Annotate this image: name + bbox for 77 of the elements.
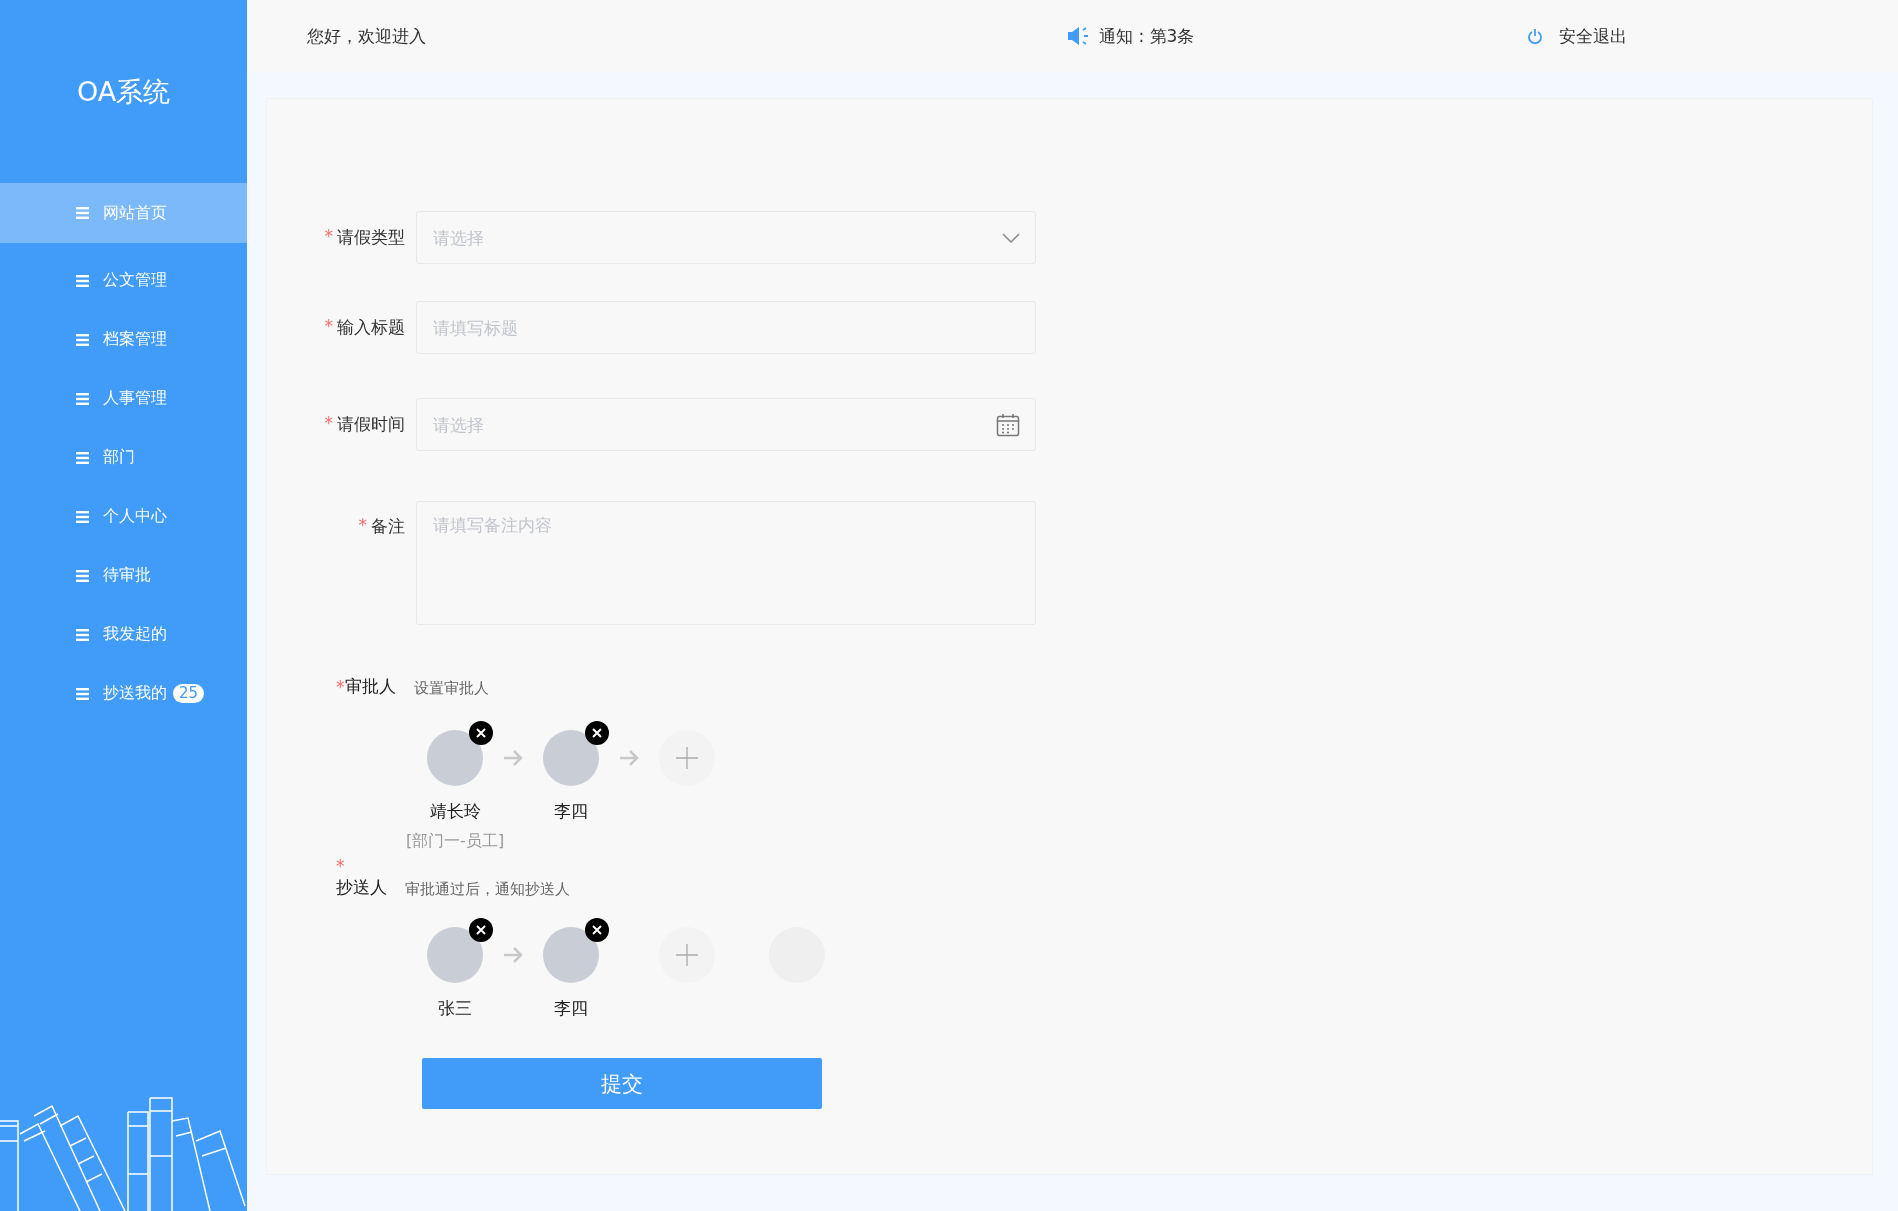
- menu-icon: [76, 451, 89, 464]
- required-mark: *: [336, 676, 345, 697]
- power-icon: [1527, 28, 1543, 44]
- close-icon: [476, 728, 486, 738]
- close-icon: [592, 728, 602, 738]
- sidebar-item[interactable]: 网站首页: [0, 183, 247, 243]
- close-icon: [592, 925, 602, 935]
- menu-label: 个人中心: [103, 506, 167, 527]
- field-label: 输入标题: [337, 316, 405, 339]
- menu-label: 人事管理: [103, 388, 167, 409]
- menu-label: 档案管理: [103, 329, 167, 350]
- arrow-icon: [503, 947, 523, 963]
- required-mark: *: [324, 226, 333, 248]
- input-field[interactable]: 请选择: [416, 211, 1036, 264]
- section-hint: 设置审批人: [413, 679, 489, 698]
- sidebar-item[interactable]: 个人中心: [0, 487, 247, 546]
- avatar-placeholder: [543, 927, 599, 983]
- menu-icon: [76, 687, 89, 700]
- menu-label: 待审批: [103, 565, 151, 586]
- sidebar-item[interactable]: 人事管理: [0, 369, 247, 428]
- sidebar-item[interactable]: 抄送我的 25: [0, 664, 247, 723]
- chevron-down-icon: [1002, 232, 1020, 243]
- required-mark: *: [358, 515, 367, 537]
- remove-button[interactable]: [469, 918, 493, 942]
- person-name: 李四: [554, 800, 588, 823]
- avatar-placeholder: [543, 730, 599, 786]
- remove-button[interactable]: [469, 721, 493, 745]
- field-label: 请假类型: [337, 226, 405, 249]
- field-label: 请假时间: [337, 413, 405, 436]
- close-icon: [476, 925, 486, 935]
- required-mark: *: [324, 316, 333, 338]
- menu-icon: [76, 333, 89, 346]
- arrow-icon: [619, 750, 639, 766]
- menu-icon: [76, 392, 89, 405]
- sidebar-item[interactable]: 公文管理: [0, 251, 247, 310]
- remove-button[interactable]: [585, 721, 609, 745]
- menu-icon: [76, 207, 89, 219]
- plus-icon: [675, 746, 699, 770]
- menu-icon: [76, 569, 89, 582]
- menu-label: 公文管理: [103, 270, 167, 291]
- menu-icon: [76, 628, 89, 641]
- menu-label: 我发起的: [103, 624, 167, 645]
- section-hint: 审批通过后，通知抄送人: [405, 880, 570, 899]
- sidebar-item[interactable]: 待审批: [0, 546, 247, 605]
- section-label: 抄送人: [336, 876, 387, 899]
- required-mark: *: [324, 413, 333, 435]
- arrow-icon: [503, 750, 523, 766]
- logout-link[interactable]: 安全退出: [1559, 24, 1627, 48]
- person-name: 张三: [438, 997, 472, 1020]
- avatar-placeholder: [427, 730, 483, 786]
- person-role: [部门一-员工]: [405, 831, 505, 852]
- greeting-text: 您好，欢迎进入: [307, 24, 426, 48]
- menu-icon: [76, 274, 89, 287]
- plus-icon: [675, 943, 699, 967]
- menu-label: 网站首页: [103, 202, 167, 224]
- person-name: 李四: [554, 997, 588, 1020]
- input-field[interactable]: 请填写标题: [416, 301, 1036, 354]
- notice-link[interactable]: 通知 : 第3条: [1099, 24, 1195, 48]
- app-title: OA系统: [75, 75, 172, 109]
- field-label: 备注: [371, 515, 405, 538]
- menu-label: 部门: [103, 447, 135, 468]
- required-mark: *: [336, 856, 345, 876]
- input-field[interactable]: 请选择: [416, 398, 1036, 451]
- menu-label: 抄送我的: [103, 683, 167, 704]
- menu-icon: [76, 510, 89, 523]
- count-badge: 25: [173, 684, 205, 703]
- sidebar-item[interactable]: 档案管理: [0, 310, 247, 369]
- sidebar-item[interactable]: 部门: [0, 428, 247, 487]
- sidebar-item[interactable]: 我发起的: [0, 605, 247, 664]
- submit-button[interactable]: 提交: [422, 1058, 822, 1109]
- section-label: 审批人: [344, 675, 396, 698]
- calendar-icon: [996, 412, 1020, 437]
- person-name: 靖长玲: [429, 800, 481, 823]
- avatar-placeholder: [427, 927, 483, 983]
- textarea-field[interactable]: 请填写备注内容: [416, 501, 1036, 625]
- remove-button[interactable]: [585, 918, 609, 942]
- speaker-icon: [1067, 26, 1091, 46]
